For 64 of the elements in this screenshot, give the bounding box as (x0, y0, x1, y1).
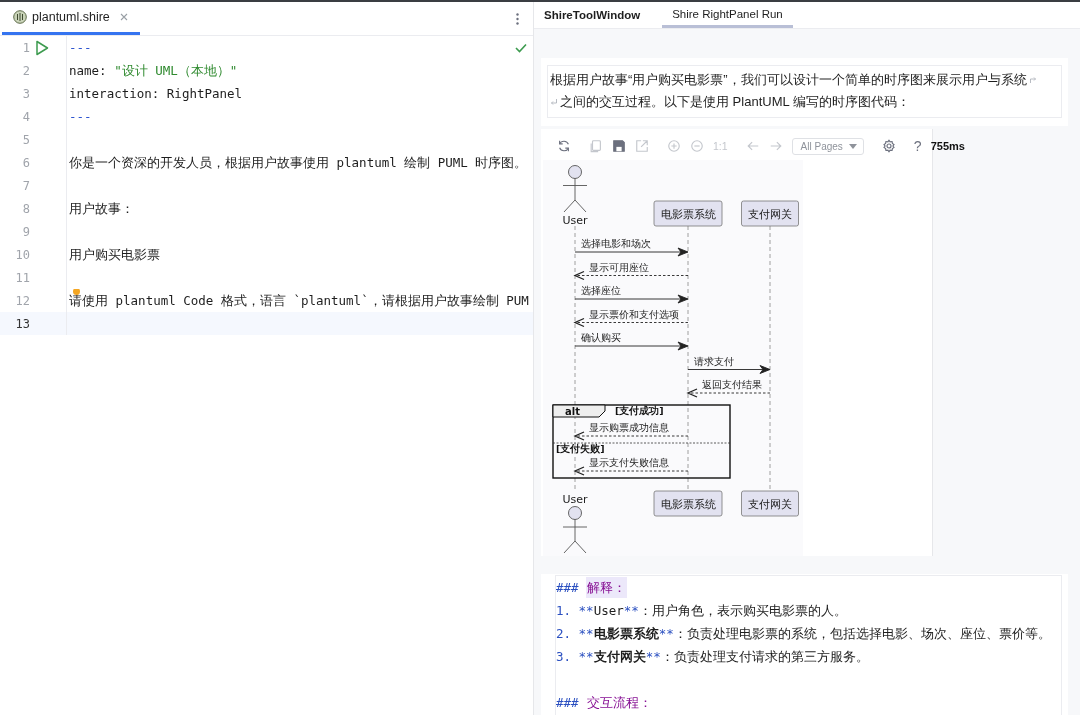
line-number: 8 (21, 201, 30, 216)
line-number: 2 (21, 63, 30, 78)
message-label: 显示购票成功信息 (589, 422, 669, 433)
more-options-icon[interactable] (516, 12, 519, 25)
message-label: 选择电影和场次 (581, 238, 651, 249)
guard-label: [支付成功] (615, 405, 664, 416)
message-label: 请求支付 (694, 355, 734, 367)
participant-box: 支付网关 (741, 200, 799, 227)
code-line: 用户故事： (69, 201, 134, 216)
hint-dot-icon (73, 289, 80, 295)
markdown-line: ### 交互流程： (556, 695, 654, 712)
message-label: 显示可用座位 (589, 261, 649, 273)
render-time: 755ms (930, 140, 965, 152)
soft-wrap-icon (1028, 76, 1037, 84)
run-icon[interactable] (35, 39, 49, 56)
save-icon[interactable] (612, 139, 626, 153)
panel-title: ShireToolWindow (544, 9, 641, 21)
file-tab[interactable]: plantuml.shire (2, 2, 140, 35)
message-label: 显示票价和支付选项 (589, 308, 679, 320)
markdown-line: 2. **电影票系统**：负责处理电影票的系统，包括选择电影、场次、座位、票价等。 (556, 626, 1051, 643)
actor-label: User (562, 214, 588, 227)
code-line: --- (69, 40, 92, 55)
message-label: 选择座位 (581, 285, 621, 296)
participant-box: 电影票系统 (653, 490, 723, 517)
soft-wrap-icon (550, 98, 558, 106)
message-label: 返回支付结果 (702, 379, 762, 390)
line-number: 12 (14, 293, 30, 308)
message-text: 之间的交互过程。以下是使用 PlantUML 编写的时序图代码： (560, 93, 910, 111)
participant-box: 电影票系统 (653, 200, 723, 227)
actor-figure (562, 165, 588, 213)
code-line: 你是一个资深的开发人员，根据用户故事使用 plantuml 绘制 PUML 时序图。 (69, 155, 528, 170)
close-icon[interactable] (119, 13, 128, 21)
fragment-label: alt (552, 404, 606, 418)
refresh-icon[interactable] (557, 139, 571, 153)
panel-tab[interactable]: Shire RightPanel Run (662, 2, 793, 28)
line-number: 6 (21, 155, 30, 170)
actor-label: User (562, 493, 588, 506)
line-number: 5 (21, 132, 30, 147)
line-number: 9 (21, 224, 30, 239)
code-line: 用户购买电影票 (69, 247, 160, 262)
check-icon (515, 43, 527, 53)
line-number: 4 (21, 109, 30, 124)
code-line: interaction: RightPanel (69, 86, 243, 101)
file-icon (13, 10, 27, 24)
code-line: name: "设计 UML（本地）" (69, 63, 238, 78)
line-number: 7 (21, 178, 30, 193)
markdown-line: 3. **支付网关**：负责处理支付请求的第三方服务。 (556, 649, 869, 666)
guard-label: [支付失败] (556, 443, 605, 454)
actor-figure (562, 506, 588, 554)
message-text: 根据用户故事“用户购买电影票”，我们可以设计一个简单的时序图来展示用户与系统 (550, 71, 1027, 89)
line-number: 1 (21, 40, 30, 55)
code-line: 请使用 plantuml Code 格式，语言 `plantuml`，请根据用户故事绘制 PUM (69, 293, 529, 308)
settings-icon[interactable] (881, 139, 896, 153)
line-number: 3 (21, 86, 30, 101)
participant-box: 支付网关 (741, 490, 799, 517)
help-button[interactable]: ? (913, 138, 922, 154)
line-number: 13 (14, 316, 30, 331)
markdown-line: ### 解释： (556, 580, 628, 597)
code-line: --- (69, 109, 92, 124)
message-label: 确认购买 (581, 332, 621, 343)
line-number: 11 (14, 270, 30, 285)
message-label: 显示支付失败信息 (589, 457, 669, 468)
markdown-line: 1. **User**：用户角色，表示购买电影票的人。 (556, 603, 847, 620)
line-number: 10 (14, 247, 30, 262)
